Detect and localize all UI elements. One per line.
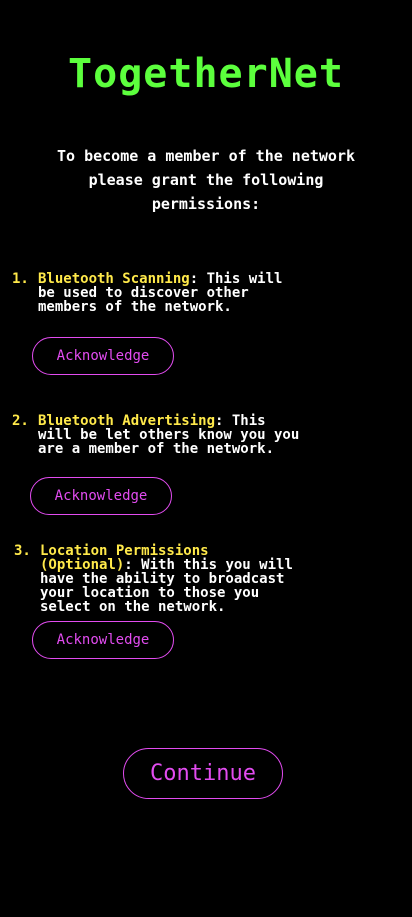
intro-text: To become a member of the network please…: [56, 147, 355, 213]
permission-number: 2.: [12, 413, 29, 429]
permission-number: 1.: [12, 271, 29, 287]
continue-button[interactable]: Continue: [123, 748, 283, 799]
permission-item-bluetooth-scanning: 1. Bluetooth Scanning: This will be used…: [12, 272, 402, 314]
permission-text: Bluetooth Advertising: This will be let …: [38, 414, 402, 456]
app-title: TogetherNet: [68, 51, 344, 97]
permission-text: Location Permissions (Optional): With th…: [40, 544, 404, 614]
acknowledge-location-button[interactable]: Acknowledge: [32, 621, 174, 659]
acknowledge-bluetooth-scanning-button[interactable]: Acknowledge: [32, 337, 174, 375]
acknowledge-bluetooth-advertising-button[interactable]: Acknowledge: [30, 477, 172, 515]
permission-item-location: 3. Location Permissions (Optional): With…: [14, 544, 404, 614]
permission-text: Bluetooth Scanning: This will be used to…: [38, 272, 402, 314]
permission-item-bluetooth-advertising: 2. Bluetooth Advertising: This will be l…: [12, 414, 402, 456]
permission-number: 3.: [14, 543, 31, 559]
